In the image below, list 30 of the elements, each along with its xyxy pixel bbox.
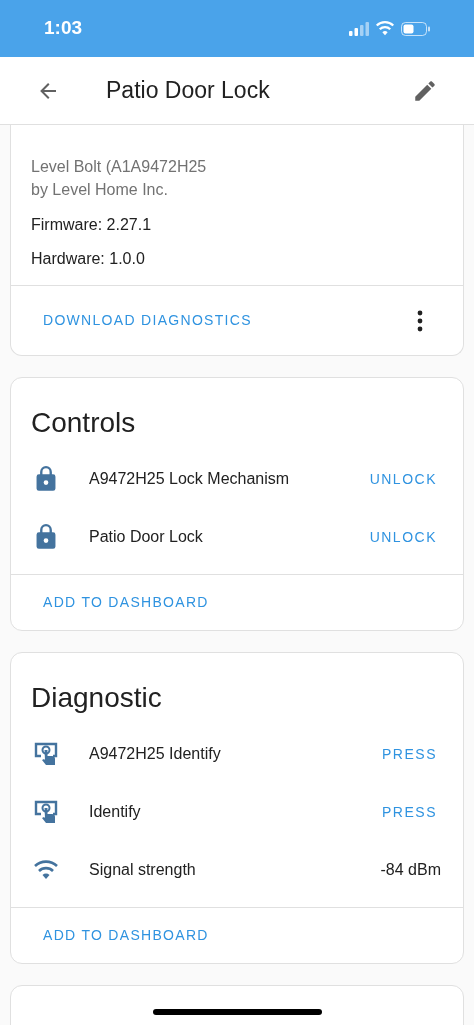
signal-icon — [349, 21, 369, 36]
section-title: Controls — [30, 406, 137, 440]
add-to-dashboard-button[interactable]: ADD TO DASHBOARD — [43, 925, 209, 946]
status-time: 1:03 — [44, 16, 83, 41]
entity-name: A9472H25 Lock Mechanism — [89, 469, 291, 489]
entity-name: Identify — [89, 802, 142, 822]
device-model-text: by Level Home Inc. — [31, 180, 169, 200]
more-vertical-icon[interactable] — [417, 309, 423, 332]
wifi-status-icon — [375, 21, 395, 36]
device-detail-text: Firmware: 2.27.1 — [31, 215, 153, 235]
lock-icon — [35, 524, 57, 550]
entity-action-button[interactable]: PRESS — [378, 801, 441, 823]
device-detail-text: Hardware: 1.0.0 — [31, 249, 146, 269]
entity-action-button[interactable]: UNLOCK — [365, 468, 441, 490]
touch-screen-icon — [33, 799, 59, 825]
download-diagnostics-button[interactable]: DOWNLOAD DIAGNOSTICS — [43, 310, 252, 331]
add-to-dashboard-button[interactable]: ADD TO DASHBOARD — [43, 592, 209, 613]
entity-name: A9472H25 Identify — [89, 744, 222, 764]
touch-screen-icon — [33, 741, 59, 767]
wifi-icon — [33, 859, 59, 881]
entity-action-button[interactable]: UNLOCK — [365, 526, 441, 548]
section-title: Diagnostic — [30, 681, 163, 715]
entity-name: Signal strength — [89, 860, 197, 880]
lock-icon — [35, 466, 57, 492]
battery-icon — [401, 21, 430, 36]
entity-value: -84 dBm — [380, 860, 441, 880]
entity-name: Patio Door Lock — [89, 527, 204, 547]
page-title: Patio Door Lock — [106, 76, 271, 106]
device-model-text: Level Bolt (A1A9472H25 — [31, 157, 208, 177]
entity-action-button[interactable]: PRESS — [378, 743, 441, 765]
